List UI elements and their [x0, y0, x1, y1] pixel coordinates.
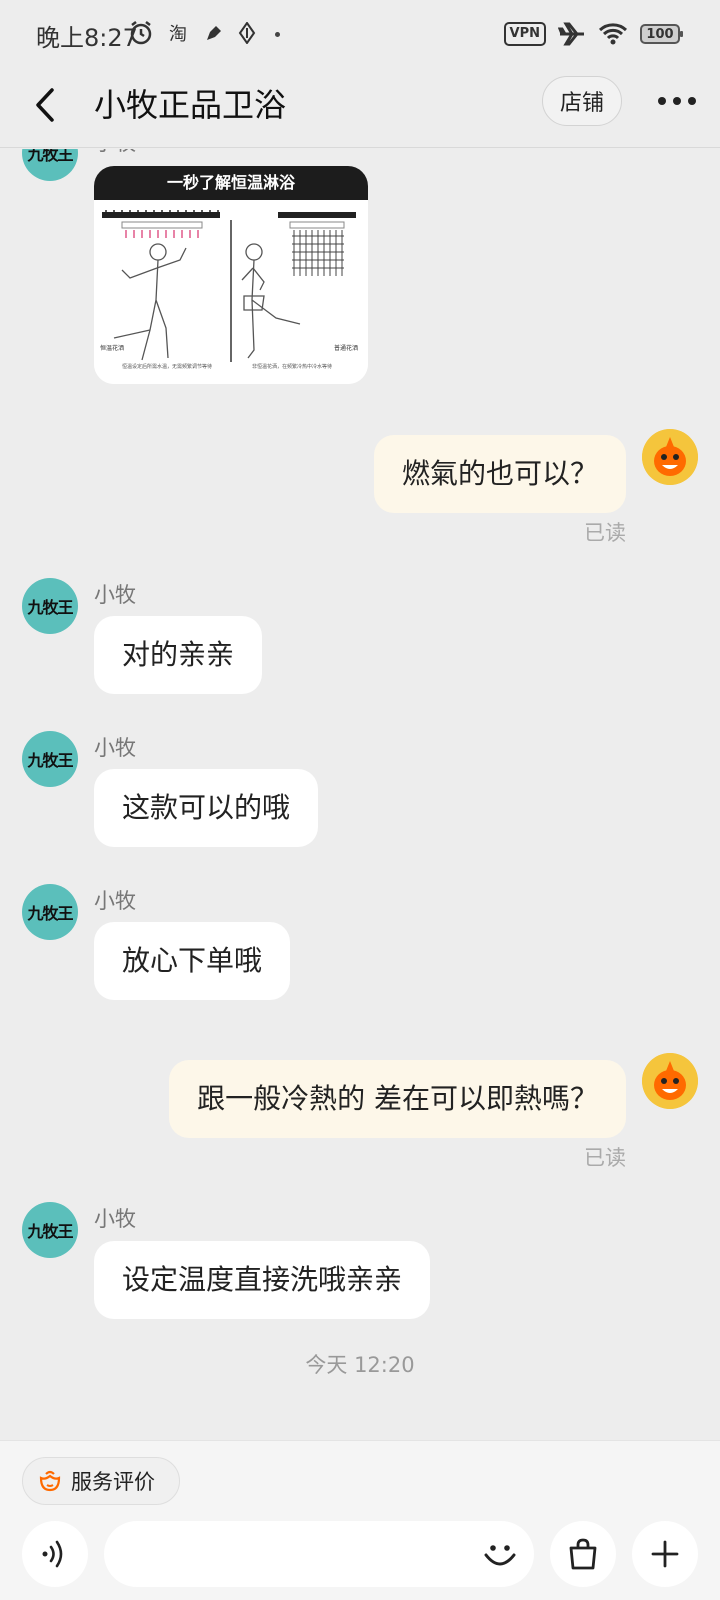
incoming-message-bubble[interactable]: 对的亲亲: [94, 616, 263, 694]
plus-icon: [651, 1540, 679, 1568]
chat-input-area: 服务评价: [0, 1440, 720, 1600]
sender-name: 小牧: [94, 736, 136, 760]
read-status: 已读: [584, 1146, 626, 1170]
back-button[interactable]: [30, 85, 60, 125]
chat-header: 小牧正品卫浴 店铺: [0, 70, 720, 148]
status-time: 晚上8:27: [36, 24, 138, 52]
user-mascot-icon: [642, 1053, 698, 1109]
sender-name: 小牧: [94, 889, 136, 913]
dot-icon: [658, 97, 666, 105]
image-card-title: 一秒了解恒温淋浴: [94, 166, 368, 200]
vpn-badge: VPN: [503, 22, 546, 46]
user-mascot-icon: [642, 429, 698, 485]
status-bar: 晚上8:27 淘 VPN 100: [0, 0, 720, 70]
shower-comparison-illustration: 恒温花洒 普通花洒 恒温设定后所需水温，无需频繁调节等待 非恒温花洒，在频繁冷热…: [94, 200, 368, 384]
dot-icon: [673, 97, 681, 105]
sender-name: 小牧: [94, 149, 136, 157]
page-title: 小牧正品卫浴: [94, 86, 287, 124]
right-shower-label: 普通花洒: [334, 344, 358, 352]
airplane-icon: [558, 22, 584, 46]
right-shower-caption: 非恒温花洒，在频繁冷热中冷水等待: [252, 363, 332, 370]
shop-avatar[interactable]: 九牧王: [22, 1202, 78, 1258]
shop-avatar[interactable]: 九牧王: [22, 578, 78, 634]
sender-name: 小牧: [94, 1207, 136, 1231]
shower-illustration-icon: 恒温花洒 普通花洒 恒温设定后所需水温，无需频繁调节等待 非恒温花洒，在频繁冷热…: [94, 200, 368, 384]
more-options-button[interactable]: [652, 86, 702, 116]
taobao-icon: 淘: [169, 24, 187, 44]
message-input[interactable]: [104, 1521, 534, 1587]
service-review-button[interactable]: 服务评价: [22, 1457, 180, 1505]
more-actions-button[interactable]: [632, 1521, 698, 1587]
shop-avatar[interactable]: 九牧王: [22, 149, 78, 181]
smiley-icon: [484, 1545, 516, 1566]
message-timestamp: 今天 12:20: [305, 1353, 415, 1377]
shopping-bag-button[interactable]: [550, 1521, 616, 1587]
left-shower-label: 恒温花洒: [100, 344, 124, 352]
status-system-icons: VPN 100: [503, 20, 683, 48]
chat-area[interactable]: 九牧王 小牧 一秒了解恒温淋浴: [0, 149, 720, 1440]
voice-input-button[interactable]: [22, 1521, 88, 1587]
left-shower-caption: 恒温设定后所需水温，无需频繁调节等待: [122, 363, 212, 370]
read-status: 已读: [584, 521, 626, 545]
service-review-label: 服务评价: [71, 1470, 155, 1494]
voice-icon: [42, 1540, 63, 1568]
sender-name: 小牧: [94, 583, 136, 607]
outgoing-message-bubble[interactable]: 燃氣的也可以？: [373, 435, 626, 513]
diamond-icon: [238, 22, 256, 44]
status-notification-icons: 淘: [128, 20, 256, 46]
status-dot: [275, 32, 280, 37]
product-image-message[interactable]: 一秒了解恒温淋浴 恒温花洒 普通花洒 恒温设定后所需水温，无需频繁调节等待 非恒…: [94, 166, 368, 384]
svg-text:淘: 淘: [169, 24, 187, 44]
shop-avatar[interactable]: 九牧王: [22, 884, 78, 940]
outgoing-message-bubble[interactable]: 跟一般冷熱的 差在可以即熱嗎？: [169, 1060, 626, 1138]
pen-icon: [207, 26, 221, 40]
user-avatar[interactable]: [642, 429, 698, 485]
chevron-left-icon: [36, 88, 54, 122]
incoming-message-bubble[interactable]: 这款可以的哦: [94, 769, 319, 847]
incoming-message-bubble[interactable]: 设定温度直接洗哦亲亲: [94, 1241, 431, 1319]
shopping-bag-icon: [569, 1538, 597, 1570]
flower-icon: [39, 1470, 61, 1492]
incoming-message-bubble[interactable]: 放心下单哦: [94, 922, 291, 1000]
dot-icon: [688, 97, 696, 105]
shop-avatar[interactable]: 九牧王: [22, 731, 78, 787]
emoji-button[interactable]: [480, 1534, 520, 1574]
store-button[interactable]: 店铺: [542, 76, 622, 126]
alarm-icon: [130, 21, 152, 45]
user-avatar[interactable]: [642, 1053, 698, 1109]
wifi-icon: [598, 23, 628, 45]
battery-indicator: 100: [640, 24, 683, 44]
